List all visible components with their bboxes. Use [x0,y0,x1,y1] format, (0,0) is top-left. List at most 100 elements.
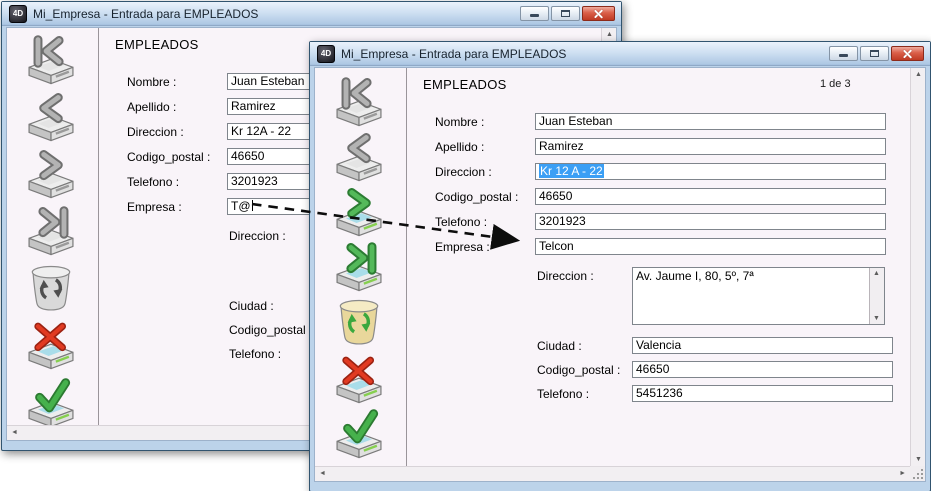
trash-icon [25,262,77,314]
accept-check-icon [333,408,385,460]
empresa-direccion-textarea[interactable]: Av. Jaume I, 80, 5º, 7ª ▲ ▼ [632,267,885,325]
last-record-button[interactable] [333,241,385,293]
direccion-selected-text: Kr 12 A - 22 [539,164,604,178]
empresa-label: Empresa : [127,200,182,214]
next-record-icon [25,148,77,200]
next-record-icon [333,186,385,238]
front-vertical-scrollbar[interactable]: ▲ ▼ [910,68,925,466]
front-close-button[interactable] [891,46,924,61]
text-caret [252,200,253,211]
last-record-button[interactable] [25,205,77,257]
previous-record-icon [25,91,77,143]
form-title: EMPLEADOS [423,77,507,92]
scroll-up-icon[interactable]: ▲ [873,270,880,277]
first-record-button[interactable] [25,34,77,86]
empresa-direccion-label: Direccion : [537,269,594,283]
previous-record-button[interactable] [25,91,77,143]
4d-app-icon: 4D [9,5,27,23]
front-minimize-button[interactable] [829,46,858,61]
codigo-postal-label: Codigo_postal : [127,150,210,164]
nombre-label: Nombre : [127,75,176,89]
first-record-icon [333,76,385,128]
maximize-icon [561,10,570,17]
apellido-label: Apellido : [127,100,176,114]
empresa-codigo-postal-label: Codigo_postal : [537,363,620,377]
codigo-postal-label: Codigo_postal : [435,190,518,204]
close-icon [593,8,604,19]
ciudad-value: Valencia [636,338,681,352]
empresa-telefono-field[interactable]: 5451236 [632,385,893,402]
empresa-codigo-postal-label: Codigo_postal : [229,323,312,337]
back-record-toolbar [7,28,98,425]
ciudad-field[interactable]: Valencia [632,337,893,354]
empresa-direccion-value: Av. Jaume I, 80, 5º, 7ª [636,269,868,283]
cancel-button[interactable] [25,319,77,371]
first-record-button[interactable] [333,76,385,128]
accept-button[interactable] [333,408,385,460]
back-minimize-button[interactable] [520,6,549,21]
resize-grip-icon [912,468,924,480]
delete-record-button[interactable] [25,262,77,314]
apellido-field[interactable]: Ramirez [535,138,886,155]
front-window-title: Mi_Empresa - Entrada para EMPLEADOS [341,47,566,61]
scroll-down-icon[interactable]: ▼ [915,456,922,463]
record-counter: 1 de 3 [820,78,851,90]
textarea-scrollbar[interactable]: ▲ ▼ [869,268,884,324]
cancel-x-icon [333,353,385,405]
front-horizontal-scrollbar[interactable]: ◄ ► [315,466,910,481]
empresa-field[interactable]: Telcon [535,238,886,255]
scroll-left-icon[interactable]: ◄ [11,429,18,436]
close-icon [902,48,913,59]
front-resize-grip[interactable] [910,466,925,481]
scroll-up-icon[interactable]: ▲ [915,71,922,78]
previous-record-button[interactable] [333,131,385,183]
scroll-left-icon[interactable]: ◄ [319,470,326,477]
nombre-field[interactable]: Juan Esteban [535,113,886,130]
telefono-label: Telefono : [127,175,179,189]
next-record-button[interactable] [333,186,385,238]
front-employee-form: EMPLEADOS 1 de 3 Nombre :Juan Esteban Ap… [407,68,910,466]
codigo-postal-field[interactable]: 46650 [535,188,886,205]
apellido-value: Ramirez [539,139,584,153]
nombre-value: Juan Esteban [231,74,304,88]
previous-record-icon [333,131,385,183]
back-titlebar[interactable]: 4D Mi_Empresa - Entrada para EMPLEADOS [2,2,621,26]
last-record-icon [333,241,385,293]
delete-record-button[interactable] [333,296,385,348]
direccion-label: Direccion : [435,165,492,179]
form-title: EMPLEADOS [115,37,199,52]
maximize-icon [870,50,879,57]
empresa-label: Empresa : [435,240,490,254]
next-record-button[interactable] [25,148,77,200]
scroll-down-icon[interactable]: ▼ [873,315,880,322]
ciudad-label: Ciudad : [229,299,274,313]
cancel-x-icon [25,319,77,371]
codigo-postal-value: 46650 [231,149,264,163]
scroll-right-icon[interactable]: ► [899,470,906,477]
telefono-label: Telefono : [435,215,487,229]
accept-button[interactable] [25,377,77,429]
empresa-telefono-value: 5451236 [636,386,683,400]
direccion-field[interactable]: Kr 12 A - 22 [535,163,886,180]
front-maximize-button[interactable] [860,46,889,61]
accept-check-icon [25,377,77,429]
codigo-postal-value: 46650 [539,189,572,203]
nombre-label: Nombre : [435,115,484,129]
back-close-button[interactable] [582,6,615,21]
front-window-content: EMPLEADOS 1 de 3 Nombre :Juan Esteban Ap… [314,67,926,482]
nombre-value: Juan Esteban [539,114,612,128]
front-window: 4D Mi_Empresa - Entrada para EMPLEADOS E… [309,41,931,491]
cancel-button[interactable] [333,353,385,405]
empresa-telefono-label: Telefono : [537,387,589,401]
last-record-icon [25,205,77,257]
front-titlebar[interactable]: 4D Mi_Empresa - Entrada para EMPLEADOS [310,42,930,66]
empresa-codigo-postal-field[interactable]: 46650 [632,361,893,378]
minimize-icon [839,54,848,57]
back-maximize-button[interactable] [551,6,580,21]
trash-icon [333,296,385,348]
telefono-field[interactable]: 3201923 [535,213,886,230]
scroll-up-icon[interactable]: ▲ [606,31,613,38]
empresa-telefono-label: Telefono : [229,347,281,361]
screen: 4D Mi_Empresa - Entrada para EMPLEADOS E… [0,0,931,491]
direccion-value: Kr 12A - 22 [231,124,291,138]
